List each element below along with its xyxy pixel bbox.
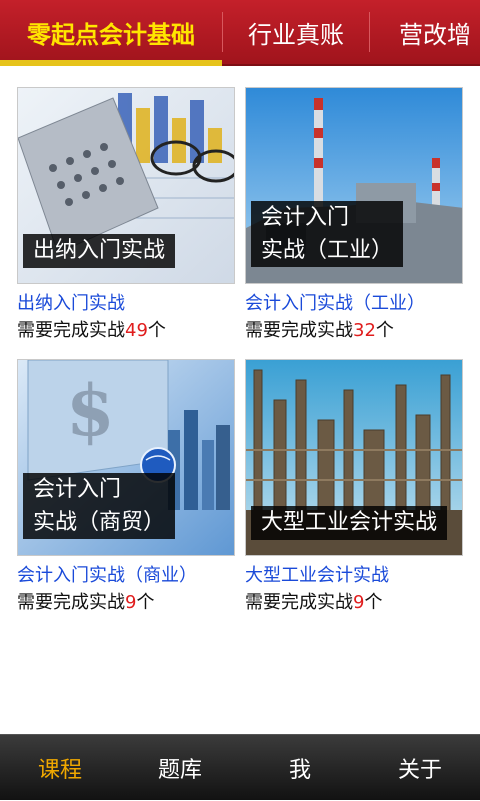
caption-line: 会计入门 bbox=[33, 477, 122, 502]
requirement-count: 49 bbox=[125, 320, 148, 341]
caption-line: 会计入门 bbox=[261, 205, 350, 230]
nav-me[interactable]: 我 bbox=[240, 735, 360, 801]
svg-text:$: $ bbox=[66, 369, 115, 452]
requirement-count: 9 bbox=[125, 592, 137, 613]
course-thumbnail[interactable]: 出纳入门实战 bbox=[17, 87, 235, 284]
course-card-commerce[interactable]: $ 会计入门 实战（商贸） 会计入门实战（商业） 需要完成实战9个 bbox=[17, 359, 237, 619]
tab-vat-reform[interactable]: 营改增 bbox=[370, 0, 480, 64]
course-thumbnail[interactable]: 大型工业会计实战 bbox=[245, 359, 463, 556]
tab-accounting-basics[interactable]: 零起点会计基础 bbox=[0, 0, 222, 64]
requirement-unit: 个 bbox=[375, 320, 394, 341]
requirement-unit: 个 bbox=[364, 592, 383, 613]
active-tab-indicator bbox=[0, 60, 222, 66]
requirement-count: 9 bbox=[353, 592, 365, 613]
course-thumbnail[interactable]: $ 会计入门 实战（商贸） bbox=[17, 359, 235, 556]
course-title[interactable]: 会计入门实战（工业） bbox=[245, 289, 425, 315]
course-requirement: 需要完成实战9个 bbox=[17, 588, 154, 614]
course-title[interactable]: 会计入门实战（商业） bbox=[17, 561, 197, 587]
course-requirement: 需要完成实战32个 bbox=[245, 316, 394, 342]
thumbnail-caption: 会计入门 实战（商贸） bbox=[23, 473, 176, 539]
course-requirement: 需要完成实战9个 bbox=[245, 588, 382, 614]
nav-about[interactable]: 关于 bbox=[360, 735, 480, 801]
requirement-label: 需要完成实战 bbox=[17, 320, 125, 341]
thumbnail-caption: 出纳入门实战 bbox=[23, 234, 176, 268]
nav-question-bank[interactable]: 题库 bbox=[120, 735, 240, 801]
course-card-cashier[interactable]: 出纳入门实战 出纳入门实战 需要完成实战49个 bbox=[17, 87, 237, 347]
course-title[interactable]: 大型工业会计实战 bbox=[245, 561, 389, 587]
requirement-label: 需要完成实战 bbox=[245, 320, 353, 341]
course-requirement: 需要完成实战49个 bbox=[17, 316, 166, 342]
course-thumbnail[interactable]: 会计入门 实战（工业） bbox=[245, 87, 463, 284]
requirement-count: 32 bbox=[353, 320, 376, 341]
course-title[interactable]: 出纳入门实战 bbox=[17, 289, 125, 315]
bottom-navigation: 课程 题库 我 关于 bbox=[0, 734, 480, 800]
caption-line: 实战（工业） bbox=[261, 238, 394, 263]
requirement-label: 需要完成实战 bbox=[17, 592, 125, 613]
top-tab-bar: 零起点会计基础 行业真账 营改增 bbox=[0, 0, 480, 66]
tab-industry-accounts[interactable]: 行业真账 bbox=[223, 0, 369, 64]
course-card-large-industry[interactable]: 大型工业会计实战 大型工业会计实战 需要完成实战9个 bbox=[245, 359, 465, 619]
requirement-label: 需要完成实战 bbox=[245, 592, 353, 613]
course-card-industrial[interactable]: 会计入门 实战（工业） 会计入门实战（工业） 需要完成实战32个 bbox=[245, 87, 465, 347]
requirement-unit: 个 bbox=[147, 320, 166, 341]
thumbnail-caption: 大型工业会计实战 bbox=[251, 506, 448, 540]
caption-line: 实战（商贸） bbox=[33, 510, 166, 535]
nav-courses[interactable]: 课程 bbox=[0, 735, 120, 801]
thumbnail-caption: 会计入门 实战（工业） bbox=[251, 201, 404, 267]
requirement-unit: 个 bbox=[136, 592, 155, 613]
